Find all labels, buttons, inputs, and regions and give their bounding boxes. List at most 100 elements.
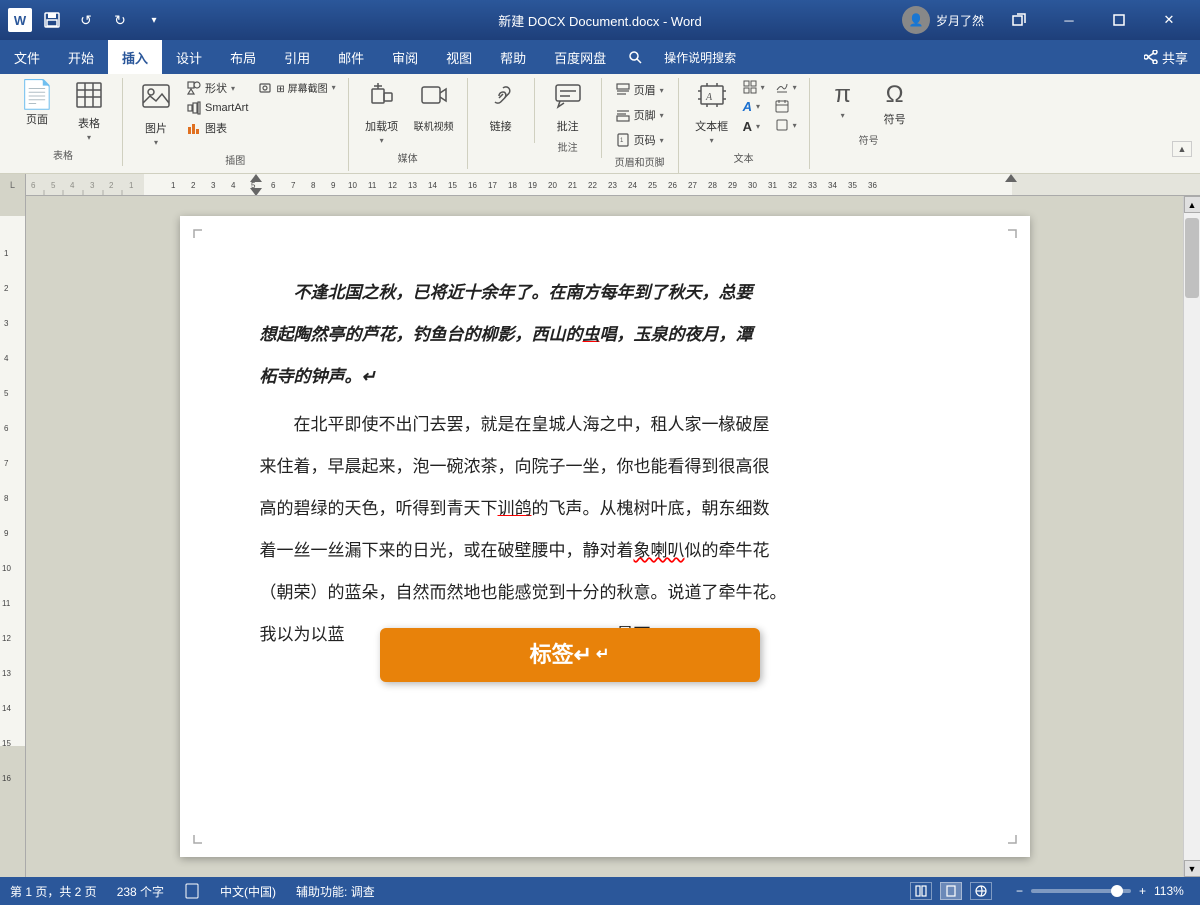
online-video-icon: [420, 81, 448, 116]
zoom-thumb[interactable]: [1111, 885, 1123, 897]
zoom-slider[interactable]: [1031, 889, 1131, 893]
scroll-thumb[interactable]: [1185, 218, 1199, 298]
ribbon-group-illustrations: 图片 ▾ 形状 ▾ SmartArt 图表: [123, 78, 349, 171]
datetime-button[interactable]: [771, 97, 801, 115]
ribbon-group-link: 链接: [468, 78, 535, 143]
ribbon-group-header-footer: 页眉 ▾ 页脚 ▾ 1 页码 ▾ 页眉和页脚: [602, 78, 679, 173]
footer-button[interactable]: 页脚 ▾: [610, 103, 670, 127]
svg-text:3: 3: [211, 181, 216, 190]
language-label[interactable]: 中文(中国): [220, 883, 276, 900]
textbox-icon: A: [698, 81, 726, 116]
svg-text:30: 30: [748, 181, 757, 190]
operation-search-input[interactable]: 操作说明搜索: [650, 40, 770, 74]
textbox-button[interactable]: A 文本框 ▾: [687, 78, 737, 148]
text-group-label: 文本: [687, 150, 801, 165]
svg-text:14: 14: [428, 181, 437, 190]
menu-item-home[interactable]: 开始: [54, 40, 108, 74]
document-title: 新建 DOCX Document.docx - Word: [498, 11, 701, 30]
menu-item-view[interactable]: 视图: [432, 40, 486, 74]
page-icon-status[interactable]: [184, 883, 200, 899]
status-bar-right: − + 113%: [910, 882, 1190, 900]
zoom-in-button[interactable]: +: [1139, 884, 1146, 898]
menu-item-mailings[interactable]: 邮件: [324, 40, 378, 74]
svg-text:26: 26: [668, 181, 677, 190]
page-button[interactable]: 📄 页面: [12, 78, 62, 130]
read-view-button[interactable]: [910, 882, 932, 900]
svg-text:5: 5: [4, 389, 9, 398]
wordart-button[interactable]: A ▾: [739, 97, 769, 116]
vertical-scrollbar[interactable]: ▲ ▼: [1183, 196, 1200, 877]
svg-text:17: 17: [488, 181, 497, 190]
maximize-button[interactable]: [1096, 0, 1142, 40]
page-number-button[interactable]: 1 页码 ▾: [610, 128, 670, 152]
table-icon: [75, 81, 103, 113]
save-button[interactable]: [38, 6, 66, 34]
online-video-button[interactable]: 联机视频: [409, 78, 459, 136]
image-button[interactable]: 图片 ▾: [131, 78, 181, 150]
svg-text:10: 10: [2, 564, 11, 573]
share-button[interactable]: 共享: [1144, 40, 1200, 74]
ruler-corner[interactable]: L: [0, 174, 26, 196]
label-tooltip[interactable]: 标签↵: [380, 628, 760, 682]
undo-button[interactable]: ↺: [72, 6, 100, 34]
restore-window-button[interactable]: [996, 0, 1042, 40]
quick-parts-button[interactable]: ▾: [739, 78, 769, 96]
ribbon-group-symbols: π ▾ Ω 符号 符号: [810, 78, 928, 151]
search-icon[interactable]: [620, 40, 650, 74]
zoom-level-label[interactable]: 113%: [1154, 884, 1190, 898]
signature-line-button[interactable]: ▾: [771, 78, 801, 96]
link-button[interactable]: 链接: [476, 78, 526, 137]
addins-button[interactable]: 加载项 ▾: [357, 78, 407, 148]
svg-text:9: 9: [4, 529, 9, 538]
chart-button[interactable]: 图表: [183, 118, 252, 138]
shape-button[interactable]: 形状 ▾: [183, 78, 252, 98]
svg-text:4: 4: [4, 354, 9, 363]
object-button[interactable]: ▾: [771, 116, 801, 134]
document-area[interactable]: 不逢北国之秋，已将近十余年了。在南方每年到了秋天，总要 想起陶然亭的芦花，钓鱼台…: [26, 196, 1183, 877]
zoom-out-button[interactable]: −: [1016, 884, 1023, 898]
scroll-down-button[interactable]: ▼: [1184, 860, 1200, 877]
print-view-button[interactable]: [940, 882, 962, 900]
svg-text:7: 7: [4, 459, 9, 468]
menu-item-review[interactable]: 审阅: [378, 40, 432, 74]
dropcap-button[interactable]: A ▾: [739, 117, 769, 136]
comment-button[interactable]: 批注: [543, 78, 593, 137]
scroll-up-button[interactable]: ▲: [1184, 196, 1200, 213]
addins-icon: [368, 81, 396, 116]
svg-text:6: 6: [4, 424, 9, 433]
svg-text:33: 33: [808, 181, 817, 190]
menu-item-layout[interactable]: 布局: [216, 40, 270, 74]
ribbon-group-tables: 📄 页面 表格 ▾: [4, 78, 123, 166]
scroll-track[interactable]: [1184, 213, 1200, 860]
symbol-button[interactable]: Ω 符号: [870, 78, 920, 130]
menu-item-file[interactable]: 文件: [0, 40, 54, 74]
accessibility-label[interactable]: 辅助功能: 调查: [296, 883, 375, 900]
svg-text:15: 15: [448, 181, 457, 190]
svg-text:20: 20: [548, 181, 557, 190]
svg-text:8: 8: [4, 494, 9, 503]
minimize-button[interactable]: ─: [1046, 0, 1092, 40]
customize-qat-button[interactable]: ▾: [140, 6, 168, 34]
screenshot-button[interactable]: ⊞ 屏幕截图 ▾: [254, 78, 339, 97]
word-logo-icon[interactable]: W: [8, 8, 32, 32]
user-profile[interactable]: 👤 岁月了然: [902, 6, 984, 34]
menu-item-references[interactable]: 引用: [270, 40, 324, 74]
menu-item-design[interactable]: 设计: [162, 40, 216, 74]
menu-item-insert[interactable]: 插入: [108, 40, 162, 74]
svg-text:9: 9: [331, 181, 336, 190]
header-button[interactable]: 页眉 ▾: [610, 78, 670, 102]
page-info-label[interactable]: 第 1 页，共 2 页: [10, 883, 97, 900]
redo-button[interactable]: ↻: [106, 6, 134, 34]
web-view-button[interactable]: [970, 882, 992, 900]
table-button[interactable]: 表格 ▾: [64, 78, 114, 145]
media-group-label: 媒体: [357, 150, 459, 165]
svg-text:36: 36: [868, 181, 877, 190]
smartart-button[interactable]: SmartArt: [183, 99, 252, 117]
collapse-ribbon-button[interactable]: ▲: [1172, 141, 1192, 157]
ribbon: 📄 页面 表格 ▾: [0, 74, 1200, 174]
word-count[interactable]: 238 个字: [117, 883, 164, 900]
equation-button[interactable]: π ▾: [818, 78, 868, 123]
close-button[interactable]: ✕: [1146, 0, 1192, 40]
menu-item-baidu[interactable]: 百度网盘: [540, 40, 620, 74]
menu-item-help[interactable]: 帮助: [486, 40, 540, 74]
